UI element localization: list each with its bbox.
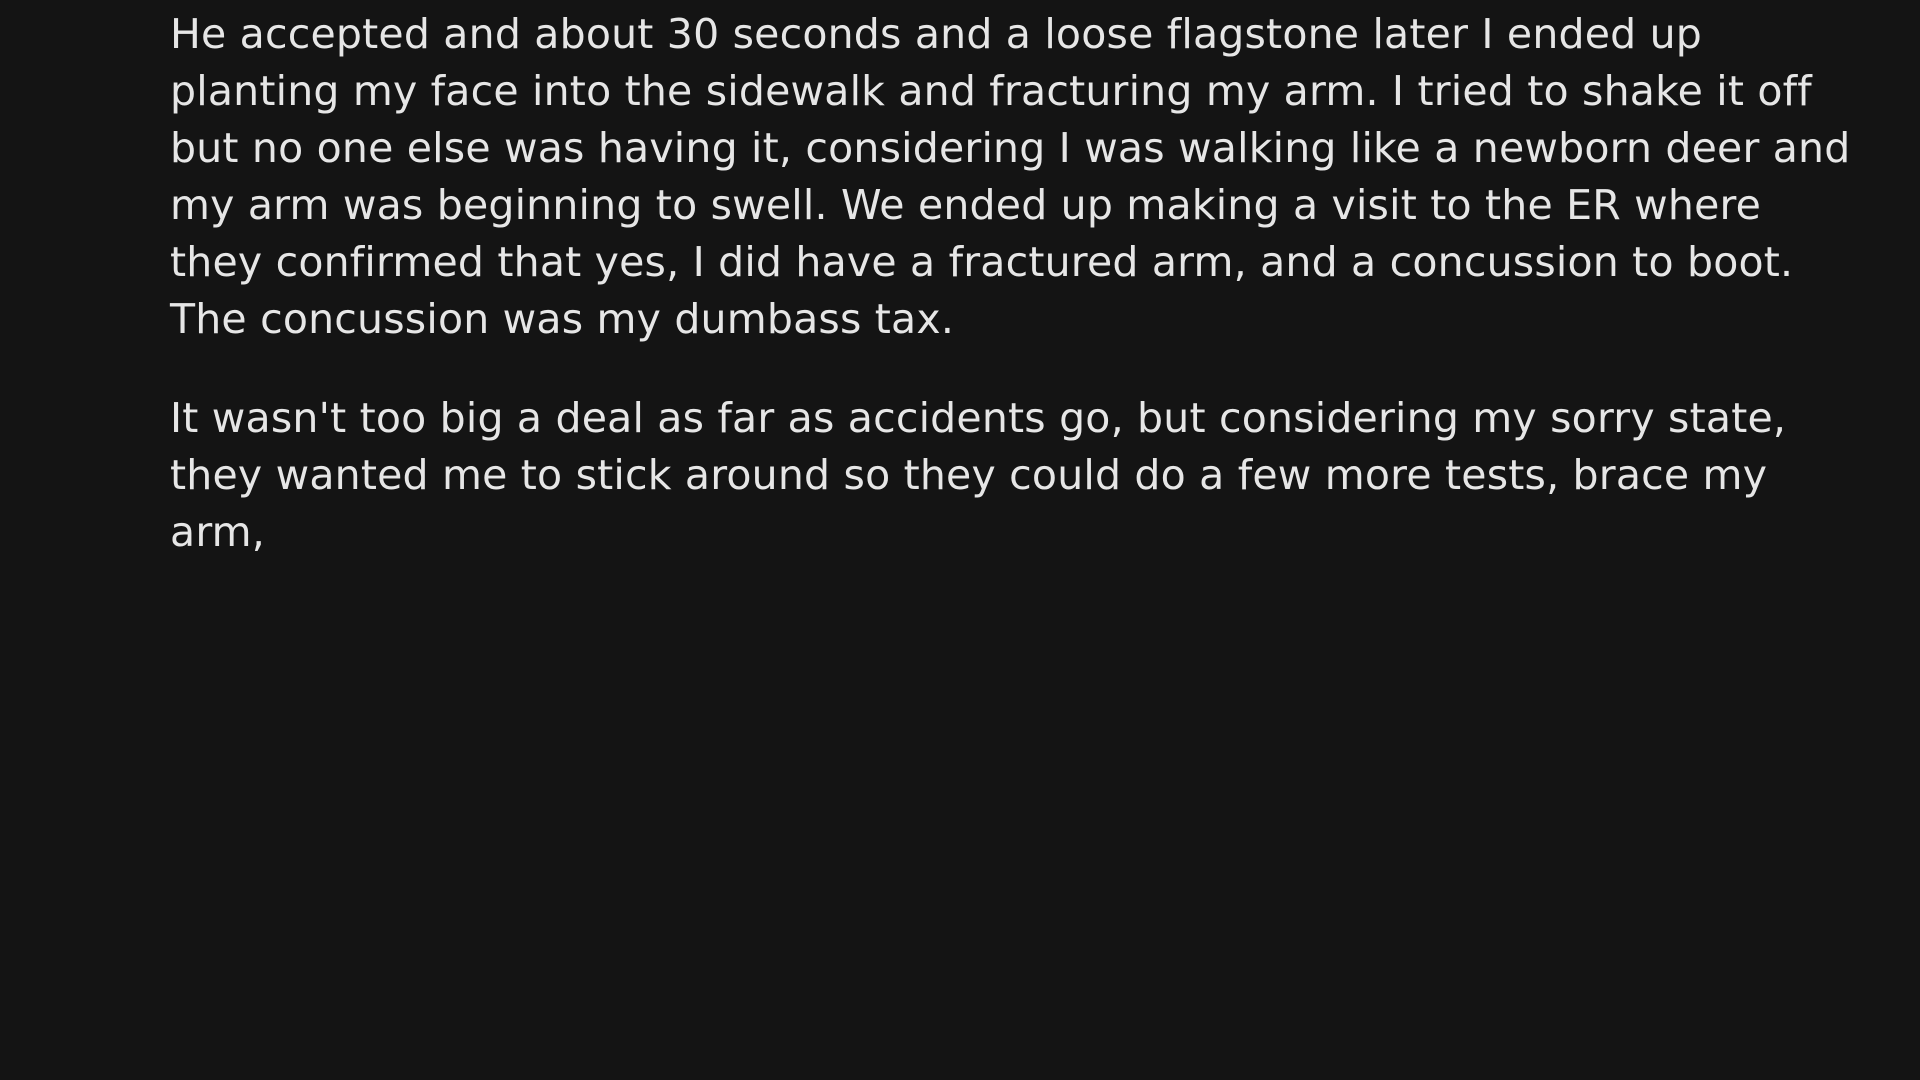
- story-text: He accepted and about 30 seconds and a l…: [170, 6, 1910, 561]
- story-paragraph-1: He accepted and about 30 seconds and a l…: [170, 10, 1851, 343]
- story-paragraph-2: It wasn't too big a deal as far as accid…: [170, 394, 1787, 556]
